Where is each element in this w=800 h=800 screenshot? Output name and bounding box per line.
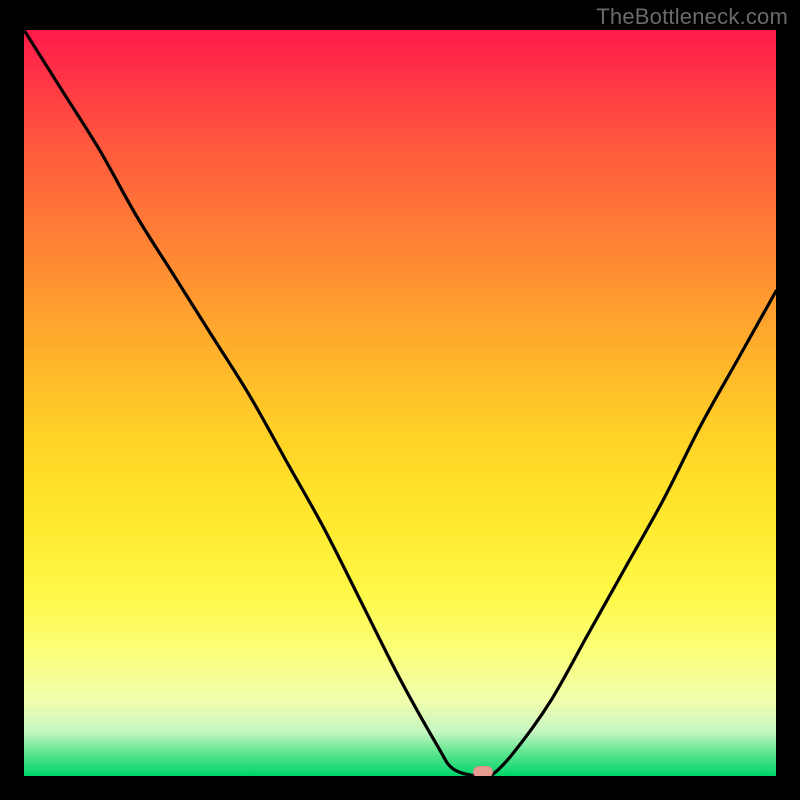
minimum-marker [473, 766, 493, 776]
bottleneck-curve [24, 30, 776, 776]
chart-frame: TheBottleneck.com [0, 0, 800, 800]
watermark-text: TheBottleneck.com [596, 4, 788, 30]
plot-area [24, 30, 776, 776]
